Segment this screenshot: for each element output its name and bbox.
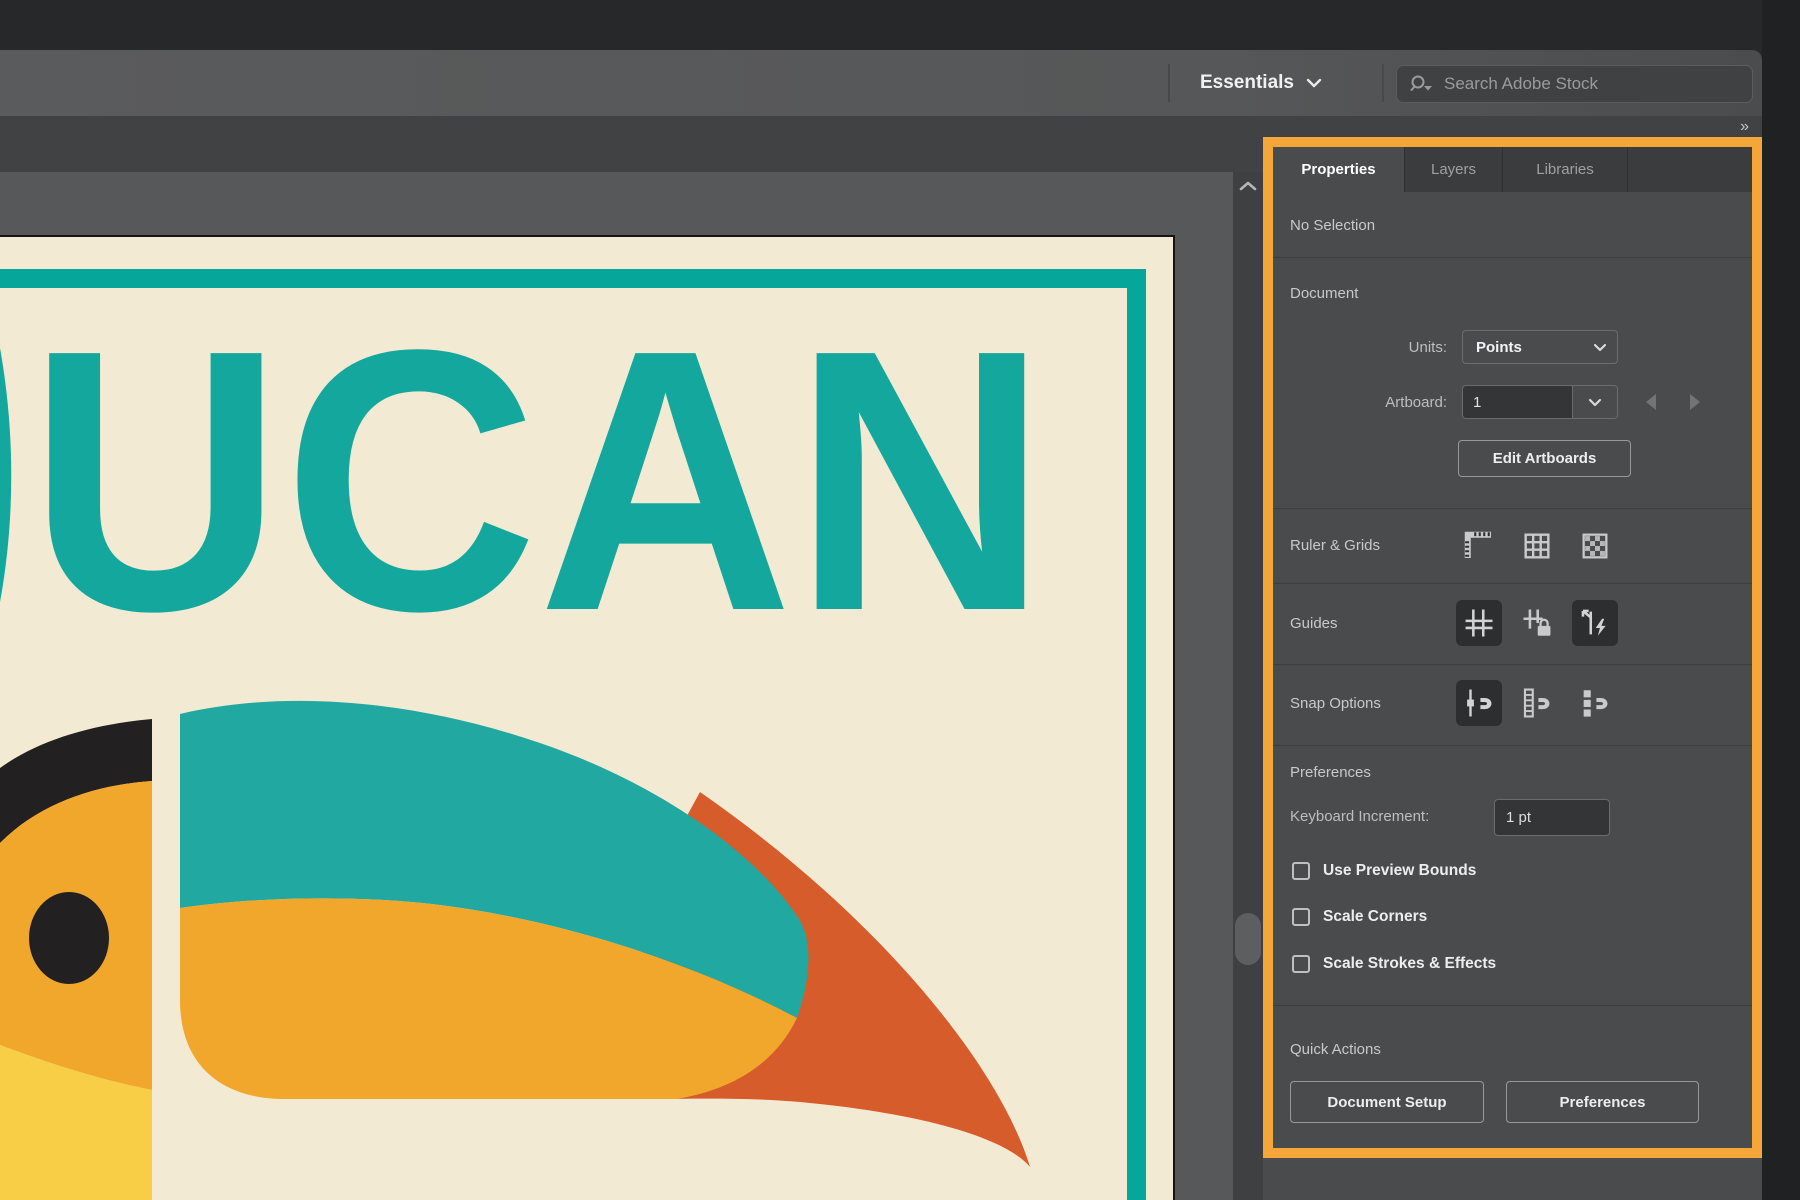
preferences-section-header: Preferences	[1290, 764, 1371, 781]
scroll-up-icon[interactable]	[1239, 180, 1257, 192]
chevron-down-icon	[1593, 343, 1607, 352]
keyboard-increment-input[interactable]: 1 pt	[1494, 799, 1610, 836]
ruler-grids-label: Ruler & Grids	[1290, 537, 1380, 554]
preferences-button[interactable]: Preferences	[1506, 1081, 1699, 1123]
section-divider	[1273, 1005, 1752, 1006]
show-guides-button[interactable]	[1456, 600, 1502, 646]
section-divider	[1273, 257, 1752, 258]
units-value: Points	[1476, 339, 1522, 356]
tab-layers-label: Layers	[1431, 161, 1476, 178]
selection-status: No Selection	[1290, 217, 1375, 234]
next-artboard-button[interactable]	[1690, 394, 1700, 410]
desktop-background	[1762, 0, 1800, 1200]
section-divider	[1273, 508, 1752, 509]
artboard-value-input[interactable]: 1	[1463, 386, 1572, 418]
toucan-poster-svg: UCAN	[0, 237, 1173, 1200]
show-rulers-button[interactable]	[1456, 523, 1502, 569]
snap-to-pixel-icon	[1578, 686, 1612, 720]
scale-strokes-effects-checkbox[interactable]	[1292, 955, 1310, 973]
chevron-down-icon	[1306, 78, 1322, 88]
artboard-label: Artboard:	[1290, 394, 1447, 411]
use-preview-bounds-label: Use Preview Bounds	[1323, 862, 1476, 880]
properties-panel-highlight: Properties Layers Libraries No Selection…	[1263, 137, 1762, 1158]
lock-guides-icon	[1520, 606, 1554, 640]
scale-strokes-effects-row[interactable]: Scale Strokes & Effects	[1292, 953, 1496, 975]
toucan-poster-artwork: UCAN	[0, 235, 1175, 1200]
scale-corners-row[interactable]: Scale Corners	[1292, 906, 1427, 928]
chevron-down-icon	[1588, 398, 1602, 407]
panel-collapse-chevrons[interactable]: »	[1740, 118, 1748, 136]
lock-guides-button[interactable]	[1514, 600, 1560, 646]
smart-guides-icon	[1578, 606, 1612, 640]
toolbar-separator	[1168, 64, 1170, 102]
keyboard-increment-value: 1 pt	[1506, 809, 1531, 826]
search-placeholder: Search Adobe Stock	[1444, 74, 1598, 94]
toucan-eye	[29, 892, 109, 984]
artboard-dropdown-button[interactable]	[1572, 386, 1617, 418]
edit-artboards-label: Edit Artboards	[1493, 450, 1597, 467]
panel-area-below-highlight	[1263, 1158, 1762, 1200]
snap-to-pixel-button[interactable]	[1572, 680, 1618, 726]
poster-headline: UCAN	[28, 272, 1048, 688]
preferences-button-label: Preferences	[1560, 1094, 1646, 1111]
section-divider	[1273, 583, 1752, 584]
section-divider	[1273, 745, 1752, 746]
toolbar-separator	[1382, 64, 1384, 102]
scrollbar-thumb[interactable]	[1235, 913, 1261, 965]
show-guides-icon	[1462, 606, 1496, 640]
document-setup-button[interactable]: Document Setup	[1290, 1081, 1484, 1123]
document-setup-label: Document Setup	[1327, 1094, 1446, 1111]
workspace-switcher[interactable]: Essentials	[1200, 50, 1322, 116]
quick-actions-header: Quick Actions	[1290, 1041, 1381, 1058]
workspace-switcher-label: Essentials	[1200, 72, 1294, 94]
tab-libraries-label: Libraries	[1536, 161, 1594, 178]
scale-strokes-effects-label: Scale Strokes & Effects	[1323, 955, 1496, 973]
section-divider	[1273, 664, 1752, 665]
tab-properties-label: Properties	[1301, 161, 1375, 178]
snap-to-point-button[interactable]	[1456, 680, 1502, 726]
tab-layers[interactable]: Layers	[1405, 147, 1503, 192]
snap-to-grid-button[interactable]	[1514, 680, 1560, 726]
keyboard-increment-label: Keyboard Increment:	[1290, 808, 1429, 825]
vertical-scrollbar[interactable]	[1233, 172, 1263, 1200]
grid-icon	[1520, 529, 1554, 563]
transparency-grid-icon	[1578, 529, 1612, 563]
smart-guides-button[interactable]	[1572, 600, 1618, 646]
document-section-header: Document	[1290, 285, 1358, 302]
previous-artboard-button[interactable]	[1646, 394, 1656, 410]
snap-to-grid-icon	[1520, 686, 1554, 720]
search-input[interactable]: Search Adobe Stock	[1396, 65, 1753, 103]
edit-artboards-button[interactable]: Edit Artboards	[1458, 440, 1631, 477]
tab-libraries[interactable]: Libraries	[1503, 147, 1628, 192]
show-grid-button[interactable]	[1514, 523, 1560, 569]
show-transparency-grid-button[interactable]	[1572, 523, 1618, 569]
units-label: Units:	[1290, 339, 1447, 356]
use-preview-bounds-checkbox[interactable]	[1292, 862, 1310, 880]
properties-panel: Properties Layers Libraries No Selection…	[1273, 147, 1752, 1148]
ruler-icon	[1461, 528, 1497, 564]
guides-label: Guides	[1290, 615, 1338, 632]
artboard-combo[interactable]: 1	[1462, 385, 1618, 419]
illustrator-window: Essentials Search Adobe Stock » UCAN	[0, 0, 1800, 1200]
snap-options-label: Snap Options	[1290, 695, 1381, 712]
application-bar: Essentials Search Adobe Stock	[0, 50, 1762, 116]
units-dropdown[interactable]: Points	[1462, 330, 1618, 364]
search-icon	[1409, 73, 1435, 95]
artboard-value: 1	[1473, 394, 1481, 411]
scale-corners-label: Scale Corners	[1323, 908, 1427, 926]
tab-properties[interactable]: Properties	[1273, 147, 1405, 192]
scale-corners-checkbox[interactable]	[1292, 908, 1310, 926]
snap-to-point-icon	[1462, 686, 1496, 720]
use-preview-bounds-row[interactable]: Use Preview Bounds	[1292, 860, 1476, 882]
menu-bar	[0, 0, 1800, 50]
panel-tab-bar: Properties Layers Libraries	[1273, 147, 1752, 192]
